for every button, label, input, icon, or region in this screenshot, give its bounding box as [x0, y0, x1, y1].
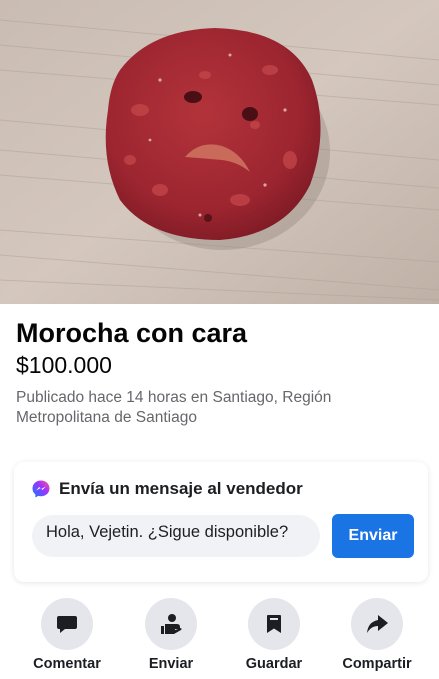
- message-seller-heading: Envía un mensaje al vendedor: [59, 479, 303, 498]
- share-icon-circle: [351, 598, 403, 650]
- comment-icon: [57, 616, 77, 633]
- action-bar: Comentar Enviar Guardar Compartir: [0, 590, 439, 679]
- save-button[interactable]: Guardar: [224, 598, 324, 672]
- send-icon-circle: [145, 598, 197, 650]
- save-icon-circle: [248, 598, 300, 650]
- send-message-button[interactable]: Enviar: [332, 514, 414, 558]
- send-user-icon: [161, 614, 182, 634]
- send-label: Enviar: [148, 656, 194, 672]
- listing-meta: Publicado hace 14 horas en Santiago, Reg…: [16, 389, 332, 426]
- messenger-icon: [32, 480, 50, 498]
- listing-photo[interactable]: [0, 0, 439, 304]
- bookmark-icon: [267, 615, 281, 633]
- salami-slice-image: [0, 0, 439, 304]
- listing-price: $100.000: [16, 352, 112, 378]
- listing-title: Morocha con cara: [16, 318, 248, 348]
- share-icon: [367, 615, 388, 633]
- share-label: Compartir: [342, 656, 412, 672]
- message-seller-header: Envía un mensaje al vendedor: [31, 479, 303, 499]
- comment-icon-circle: [41, 598, 93, 650]
- save-label: Guardar: [245, 656, 303, 672]
- comment-button[interactable]: Comentar: [17, 598, 117, 672]
- message-input-text: Hola, Vejetin. ¿Sigue disponible?: [46, 523, 289, 541]
- message-input[interactable]: Hola, Vejetin. ¿Sigue disponible?: [32, 515, 320, 557]
- message-seller-card: Envía un mensaje al vendedor Hola, Vejet…: [14, 462, 428, 582]
- share-button[interactable]: Compartir: [327, 598, 427, 672]
- send-button[interactable]: Enviar: [121, 598, 221, 672]
- comment-label: Comentar: [33, 656, 101, 672]
